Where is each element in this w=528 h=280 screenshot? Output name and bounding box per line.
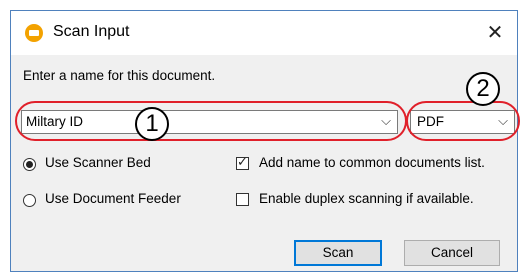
window-title: Scan Input [53,23,130,40]
close-icon[interactable]: ✕ [481,19,509,47]
file-type-value: PDF [417,114,444,129]
name-instruction: Enter a name for this document. [23,68,216,83]
chevron-down-icon[interactable]: ⌵ [498,113,508,129]
title-bar: Scan Input ✕ [11,11,517,55]
chevron-down-icon[interactable]: ⌵ [381,113,391,129]
scan-input-dialog: Scan Input ✕ [10,10,518,272]
scanner-bed-label[interactable]: Use Scanner Bed [45,155,151,170]
document-name-value: Miltary ID [26,114,83,129]
document-feeder-radio[interactable] [23,194,36,207]
document-feeder-label[interactable]: Use Document Feeder [45,191,181,206]
scanner-app-icon [25,24,43,42]
callout-badge-2: 2 [466,72,500,106]
cancel-button[interactable]: Cancel [404,240,500,266]
file-type-combobox[interactable]: PDF ⌵ [410,110,515,134]
enable-duplex-label[interactable]: Enable duplex scanning if available. [259,191,474,206]
add-to-common-list-checkbox[interactable]: ✓ [236,154,249,170]
scan-button[interactable]: Scan [294,240,382,266]
checkmark-icon: ✓ [237,154,248,169]
document-name-combobox[interactable]: Miltary ID ⌵ [21,110,398,134]
scanner-bed-radio[interactable] [23,158,36,171]
enable-duplex-checkbox[interactable] [236,193,249,206]
callout-badge-1: 1 [135,107,169,141]
add-to-common-list-label[interactable]: Add name to common documents list. [259,155,485,170]
